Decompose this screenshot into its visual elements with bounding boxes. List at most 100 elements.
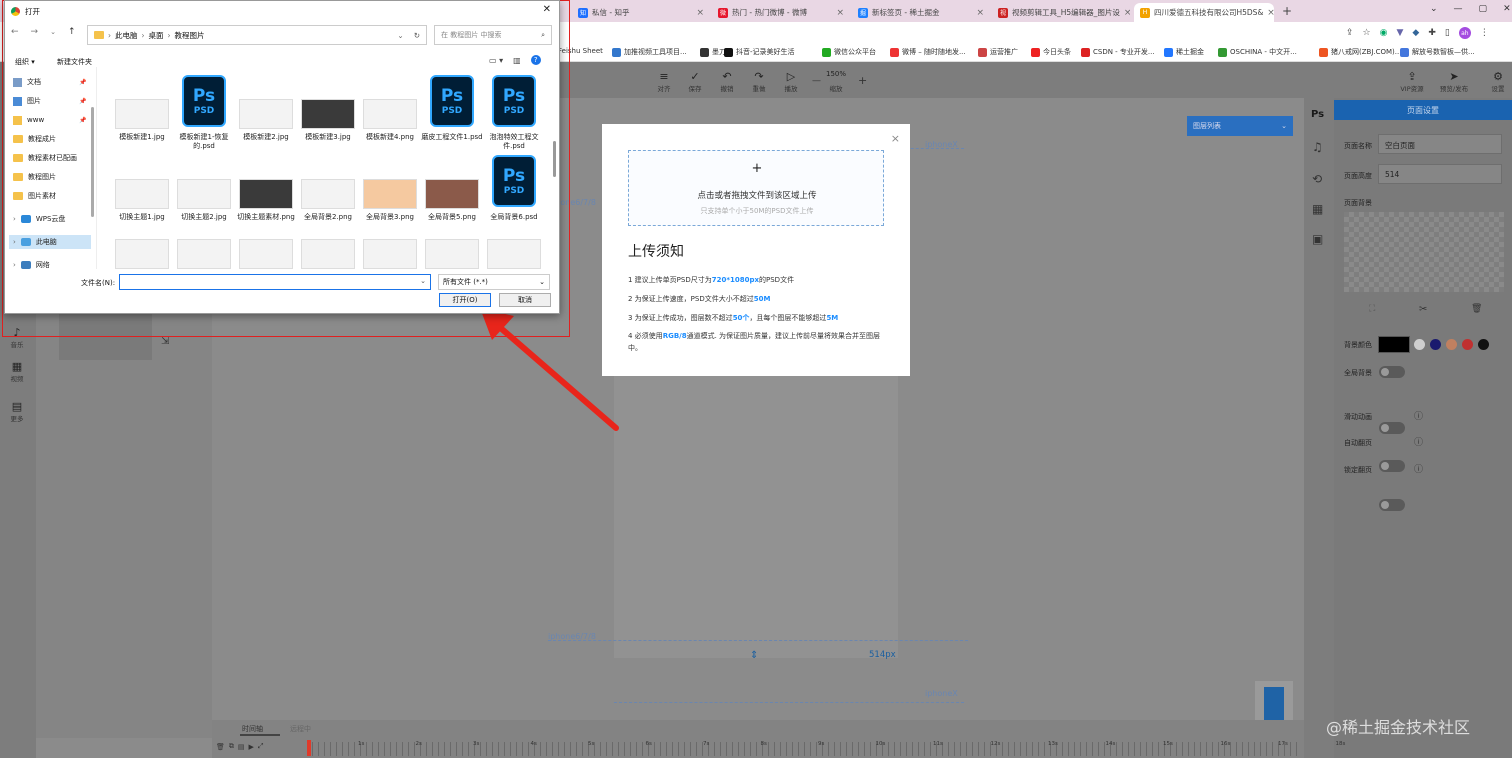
help-icon[interactable]: ⓘ: [1414, 409, 1423, 422]
extension-icon[interactable]: ▼: [1396, 28, 1403, 38]
expand-chevron-icon[interactable]: ›: [13, 261, 16, 269]
nav-item[interactable]: www 📌: [13, 113, 86, 127]
timeline-ruler[interactable]: [312, 742, 1297, 756]
nav-item[interactable]: 文档 📌: [13, 75, 86, 89]
image-thumbnail[interactable]: [115, 239, 169, 269]
expand-chevron-icon[interactable]: ›: [13, 215, 16, 223]
nav-item[interactable]: 教程成片: [13, 132, 56, 146]
resize-height-handle[interactable]: ⇕: [750, 650, 758, 661]
nav-item[interactable]: 图片 📌: [13, 94, 86, 108]
page-bg-preview[interactable]: [1344, 212, 1504, 292]
bookmark-item[interactable]: 今日头条: [1031, 47, 1071, 57]
tab-close-icon[interactable]: ×: [836, 8, 844, 18]
bookmark-item[interactable]: 解放号数智板—供...: [1400, 47, 1475, 57]
bookmark-item[interactable]: 加推视频工具项目...: [612, 47, 687, 57]
auto-flip-toggle[interactable]: [1379, 460, 1405, 472]
new-folder-button[interactable]: 新建文件夹: [57, 57, 92, 67]
browser-tab[interactable]: 知私信 - 知乎 ×: [572, 3, 710, 22]
image-thumbnail[interactable]: [177, 239, 231, 269]
extensions-icon[interactable]: ✚: [1428, 28, 1436, 38]
nav-item[interactable]: › WPS云盘: [13, 212, 65, 226]
close-icon[interactable]: ×: [891, 132, 900, 145]
tab-close-icon[interactable]: ×: [696, 8, 704, 18]
bookmark-item[interactable]: CSDN - 专业开发...: [1081, 47, 1155, 57]
browser-tab[interactable]: 掘新标签页 - 稀土掘金 ×: [852, 3, 990, 22]
filename-input[interactable]: ⌄: [119, 274, 431, 290]
nav-scrollbar[interactable]: [91, 107, 94, 217]
cancel-button[interactable]: 取消: [499, 293, 551, 307]
file-item[interactable]: 切换主题1.jpg: [111, 153, 173, 229]
image-select-icon[interactable]: ⛶: [1369, 304, 1375, 314]
toolbar-save-button[interactable]: ✓ 保存: [682, 70, 708, 93]
help-icon[interactable]: ?: [530, 55, 541, 65]
copy-icon[interactable]: ⧉: [229, 742, 234, 751]
lock-flip-toggle[interactable]: [1379, 499, 1405, 511]
grid-icon[interactable]: ▦: [1312, 202, 1323, 216]
file-item[interactable]: Ps PSD 全局背景6.psd: [483, 153, 545, 229]
profile-avatar[interactable]: ah: [1458, 27, 1471, 39]
file-item[interactable]: 模板新建1.jpg: [111, 73, 173, 149]
file-item[interactable]: 模板新建2.jpg: [235, 73, 297, 149]
file-item[interactable]: 全局背景2.png: [297, 153, 359, 229]
tab-close-icon[interactable]: ×: [1124, 8, 1130, 18]
tab-search-icon[interactable]: ⌄: [1430, 4, 1438, 14]
toolbar-zoom-button[interactable]: 150% 缩放: [823, 70, 849, 93]
crop-icon[interactable]: ✂: [1419, 304, 1427, 315]
color-swatch[interactable]: [1430, 339, 1441, 350]
dropdown-icon[interactable]: ⌄: [397, 31, 403, 40]
file-item[interactable]: 模板新建4.png: [359, 73, 421, 149]
nav-item[interactable]: 图片素材: [13, 189, 56, 203]
open-button[interactable]: 打开(O): [439, 293, 491, 307]
toolbar-align-button[interactable]: ≡ 对齐: [651, 70, 677, 93]
bookmark-star-icon[interactable]: ☆: [1363, 28, 1371, 38]
upload-dropzone[interactable]: + 点击或者拖拽文件到该区域上传 只支持单个小于50M的PSD文件上传: [628, 150, 884, 226]
tab-close-icon[interactable]: ×: [976, 8, 984, 18]
page-height-input[interactable]: 514: [1378, 164, 1502, 184]
left-rail-video[interactable]: ▦ 视频: [4, 360, 30, 383]
extension-icon[interactable]: ◉: [1380, 28, 1388, 38]
remote-tab[interactable]: 远程中: [290, 724, 311, 734]
fullscreen-icon[interactable]: ⤢: [258, 742, 264, 751]
file-type-select[interactable]: 所有文件 (*.*) ⌄: [438, 274, 550, 290]
menu-icon[interactable]: ⋮: [1480, 28, 1489, 38]
dropdown-icon[interactable]: ⌄: [50, 28, 56, 36]
forward-icon[interactable]: →: [31, 27, 39, 37]
breadcrumb-item[interactable]: 桌面: [149, 30, 164, 41]
expand-chevron-icon[interactable]: ›: [13, 238, 16, 246]
left-rail-more[interactable]: ▤ 更多: [4, 400, 30, 423]
help-icon[interactable]: ⓘ: [1414, 462, 1423, 475]
image-thumbnail[interactable]: [239, 239, 293, 269]
slide-anim-toggle[interactable]: [1379, 422, 1405, 434]
bookmark-item[interactable]: 墨刀: [700, 47, 726, 57]
image-thumbnail[interactable]: [363, 239, 417, 269]
close-window-icon[interactable]: ✕: [1503, 4, 1511, 14]
toolbar-undo-button[interactable]: ↶ 撤销: [714, 70, 740, 93]
preview-pane-icon[interactable]: ▥: [513, 56, 521, 65]
delete-icon[interactable]: 🗑: [1471, 304, 1482, 314]
file-item[interactable]: 切换主题2.jpg: [173, 153, 235, 229]
playhead[interactable]: [307, 740, 311, 756]
share-icon[interactable]: ⇪: [1346, 28, 1354, 38]
nav-item[interactable]: › 此电脑: [9, 235, 91, 249]
breadcrumb-item[interactable]: 此电脑: [115, 30, 138, 41]
nav-item[interactable]: 教程素材已配画: [13, 151, 77, 165]
layers-icon[interactable]: ▤: [238, 743, 245, 751]
nav-item[interactable]: 教程图片: [13, 170, 56, 184]
color-swatch[interactable]: [1414, 339, 1425, 350]
search-input[interactable]: 在 教程图片 中搜索 ⌕: [434, 25, 552, 45]
global-bg-toggle[interactable]: [1379, 366, 1405, 378]
file-item[interactable]: 全局背景5.png: [421, 153, 483, 229]
sidebar-icon[interactable]: ▯: [1445, 28, 1450, 38]
bookmark-item[interactable]: 猪八戒网(ZBJ.COM)...: [1319, 47, 1401, 57]
bookmark-item[interactable]: 微博 – 随时随地发...: [890, 47, 966, 57]
delete-icon[interactable]: 🗑: [216, 743, 225, 751]
file-item[interactable]: 模板新建3.jpg: [297, 73, 359, 149]
bookmark-item[interactable]: 运营推广: [978, 47, 1018, 57]
browser-tab[interactable]: H 四川爱德五科技有限公司H5DS& ×: [1134, 3, 1274, 22]
bookmark-item[interactable]: OSCHINA - 中文开...: [1218, 47, 1297, 57]
zoom-in-button[interactable]: +: [858, 74, 867, 87]
file-item[interactable]: Ps PSD 泡泡特效工程文件.psd: [483, 73, 545, 150]
bookmark-item[interactable]: 微信公众平台: [822, 47, 876, 57]
ps-upload-icon[interactable]: Ps: [1311, 109, 1324, 120]
image-thumbnail[interactable]: [301, 239, 355, 269]
